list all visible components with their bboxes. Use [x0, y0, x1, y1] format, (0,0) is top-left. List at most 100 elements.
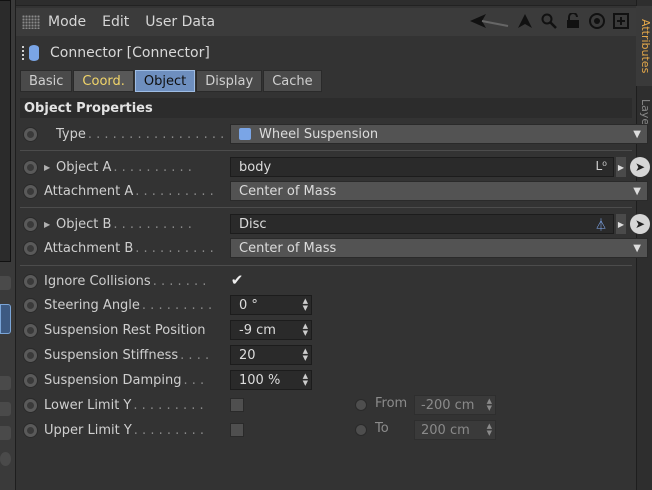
- suspension-damping-input[interactable]: 100 % ▲ ▼: [230, 370, 312, 390]
- target-icon[interactable]: [588, 12, 606, 30]
- suspension-stiffness-label: Suspension Stiffness: [44, 347, 179, 363]
- tab-coord[interactable]: Coord.: [73, 70, 134, 92]
- type-value: Wheel Suspension: [259, 126, 379, 142]
- dot-leader: . . . . . . . . .: [133, 397, 204, 413]
- upper-limit-y-checkbox[interactable]: [230, 423, 244, 437]
- attachment-b-label: Attachment B: [44, 240, 134, 256]
- search-icon[interactable]: [540, 12, 558, 30]
- animate-radio[interactable]: [23, 422, 38, 438]
- section-title: Object Properties: [20, 98, 632, 118]
- tab-basic[interactable]: Basic: [20, 70, 73, 92]
- wheel-suspension-icon: [239, 128, 251, 140]
- animate-radio[interactable]: [23, 273, 38, 289]
- object-header: Connector [Connector]: [16, 40, 636, 66]
- lower-limit-y-row: Lower Limit Y . . . . . . . . . From -20…: [20, 394, 632, 416]
- chevron-down-icon: ▼: [633, 243, 641, 254]
- suspension-damping-value: 100 %: [239, 372, 281, 388]
- type-dropdown[interactable]: Wheel Suspension ▼: [230, 124, 648, 144]
- dot-leader: . . . . . . . . . .: [135, 240, 214, 256]
- menu-edit[interactable]: Edit: [102, 14, 129, 30]
- spinner-icon[interactable]: ▲ ▼: [303, 348, 308, 362]
- pick-cursor-icon[interactable]: ➤: [630, 214, 650, 234]
- left-tool-button[interactable]: [0, 426, 11, 440]
- suspension-rest-position-row: Suspension Rest Position -9 cm ▲ ▼: [20, 319, 632, 341]
- grip-icon[interactable]: [22, 15, 40, 29]
- divider: [20, 150, 632, 151]
- object-a-label: Object A: [56, 159, 112, 175]
- ignore-collisions-checkbox[interactable]: ✔: [230, 273, 244, 288]
- dot-leader: . . . . . . . . .: [133, 422, 205, 438]
- viewport-fragment: [0, 0, 11, 262]
- attachment-a-row: Attachment A . . . . . . . . . . Center …: [20, 180, 648, 202]
- object-b-link-field[interactable]: Disc ⏃: [230, 214, 614, 234]
- attachment-a-value: Center of Mass: [239, 183, 337, 199]
- menu-user-data[interactable]: User Data: [145, 14, 215, 30]
- left-tool-button-active[interactable]: [0, 304, 11, 334]
- back-arrow-icon[interactable]: [468, 12, 510, 30]
- top-partial-row: [16, 0, 636, 6]
- to-value: 200 cm: [421, 422, 470, 438]
- animate-radio[interactable]: [23, 322, 38, 338]
- animate-radio[interactable]: [23, 216, 38, 232]
- attribute-tabs: Basic Coord. Object Display Cache: [20, 70, 323, 92]
- menu-bar: Mode Edit User Data: [16, 8, 636, 36]
- link-menu-arrow[interactable]: ▶: [616, 157, 626, 177]
- expand-arrow-icon[interactable]: ▶: [44, 220, 50, 229]
- left-tool-button[interactable]: [0, 402, 11, 416]
- suspension-stiffness-input[interactable]: 20 ▲ ▼: [230, 345, 312, 365]
- link-menu-arrow[interactable]: ▶: [616, 214, 626, 234]
- left-tool-button[interactable]: [0, 452, 11, 466]
- left-tool-button[interactable]: [0, 276, 11, 290]
- animate-radio[interactable]: [23, 347, 38, 363]
- dot-leader: . . .: [183, 372, 205, 388]
- lower-limit-y-label: Lower Limit Y: [44, 397, 132, 413]
- dot-leader: . . . . . . . . .: [141, 297, 213, 313]
- chevron-down-icon: ▼: [633, 186, 641, 197]
- pick-cursor-icon[interactable]: ➤: [630, 157, 650, 177]
- animate-radio[interactable]: [23, 297, 38, 313]
- animate-radio[interactable]: [23, 183, 38, 199]
- attachment-a-dropdown[interactable]: Center of Mass ▼: [230, 181, 648, 201]
- steering-angle-input[interactable]: 0 ° ▲ ▼: [230, 295, 312, 315]
- tab-attributes[interactable]: Attributes: [636, 6, 652, 86]
- object-a-link-field[interactable]: body L⁰: [230, 157, 614, 177]
- spinner-icon[interactable]: ▲ ▼: [303, 298, 308, 312]
- new-window-icon[interactable]: [612, 12, 630, 30]
- dot-leader: . . . . . . .: [152, 273, 207, 289]
- object-a-value: body: [239, 159, 272, 175]
- tab-object[interactable]: Object: [134, 70, 196, 92]
- from-radio: [355, 399, 367, 411]
- type-label: Type: [56, 126, 86, 142]
- dot-leader: . . . . . . . . . .: [135, 183, 214, 199]
- up-arrow-icon[interactable]: [516, 12, 534, 30]
- animate-radio[interactable]: [23, 126, 38, 142]
- spinner-icon[interactable]: ▲ ▼: [303, 323, 308, 337]
- from-label: From: [375, 396, 408, 411]
- tab-display[interactable]: Display: [196, 70, 263, 92]
- left-tool-button[interactable]: [0, 376, 11, 390]
- dot-leader: . . . . . . . . . . . . . . . . .: [87, 126, 225, 142]
- lock-icon[interactable]: [564, 12, 582, 30]
- dot-leader: . . . . . . . . . .: [113, 216, 192, 232]
- animate-radio[interactable]: [23, 159, 38, 175]
- spinner-icon[interactable]: ▲ ▼: [303, 373, 308, 387]
- animate-radio[interactable]: [23, 397, 38, 413]
- animate-radio[interactable]: [23, 372, 38, 388]
- suspension-stiffness-value: 20: [239, 347, 256, 363]
- chevron-down-icon: ▼: [633, 129, 641, 140]
- expand-arrow-icon[interactable]: ▶: [44, 163, 50, 172]
- steering-angle-label: Steering Angle: [44, 297, 140, 313]
- divider: [20, 207, 632, 208]
- dot-leader: . . . .: [180, 347, 210, 363]
- divider: [20, 265, 632, 266]
- to-input: 200 cm ▲ ▼: [414, 420, 496, 440]
- attachment-a-label: Attachment A: [44, 183, 134, 199]
- object-a-row: ▶ Object A . . . . . . . . . . body L⁰ ▶…: [20, 156, 650, 178]
- animate-radio[interactable]: [23, 240, 38, 256]
- lower-limit-y-checkbox[interactable]: [230, 398, 244, 412]
- menu-mode[interactable]: Mode: [48, 14, 86, 30]
- attachment-b-dropdown[interactable]: Center of Mass ▼: [230, 238, 648, 258]
- attachment-b-row: Attachment B . . . . . . . . . . Center …: [20, 237, 648, 259]
- suspension-rest-position-input[interactable]: -9 cm ▲ ▼: [230, 320, 312, 340]
- tab-cache[interactable]: Cache: [263, 70, 322, 92]
